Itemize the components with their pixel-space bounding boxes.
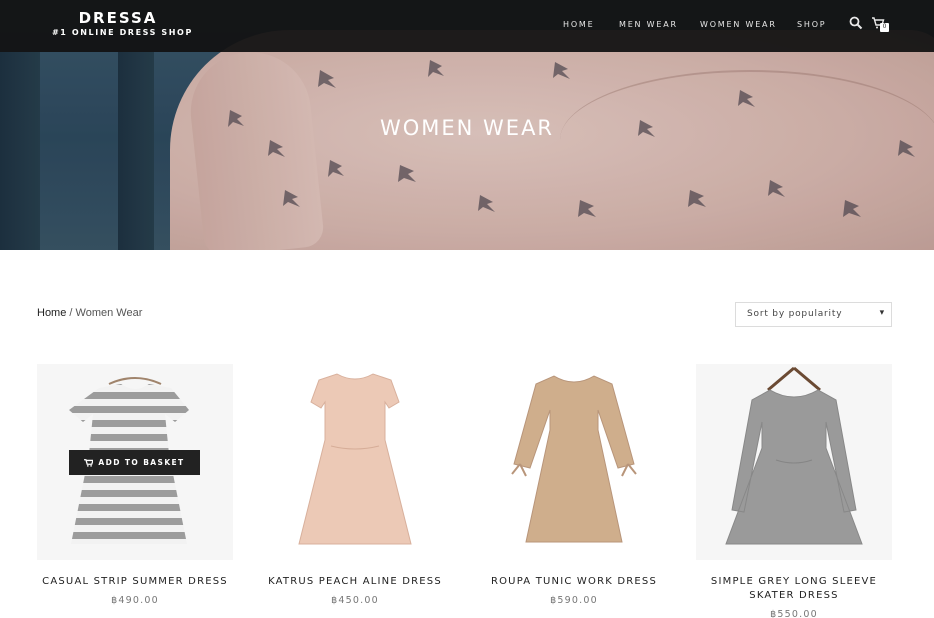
product-image[interactable] [696,364,892,560]
product-price: ฿450.00 [331,595,379,606]
breadcrumb: Home / Women Wear [37,307,142,319]
tunic-dress-image [511,375,637,543]
search-icon[interactable] [849,16,863,30]
page-title: WOMEN WEAR [379,116,555,140]
top-navigation-bar: DRESSA #1 ONLINE DRESS SHOP HOME MEN WEA… [0,0,934,52]
product-price: ฿490.00 [111,595,159,606]
product-image[interactable]: ADD TO BASKET [37,364,233,560]
nav-item-men-wear[interactable]: MEN WEAR [619,20,678,32]
peach-dress-image [298,373,412,545]
product-price: ฿550.00 [770,609,818,618]
breadcrumb-separator: / [66,307,76,319]
cart-count-badge: 0 [880,23,889,32]
nav-item-women-wear[interactable]: WOMEN WEAR [700,20,777,32]
product-image[interactable] [476,364,672,560]
product-name[interactable]: SIMPLE GREY LONG SLEEVE SKATER DRESS [692,575,896,603]
product-name[interactable]: CASUAL STRIP SUMMER DRESS [33,575,237,589]
chevron-down-icon: ▾ [879,308,885,318]
add-to-basket-label: ADD TO BASKET [98,458,185,467]
nav-item-home[interactable]: HOME [563,20,594,32]
product-name[interactable]: KATRUS PEACH ALINE DRESS [253,575,457,589]
product-name[interactable]: ROUPA TUNIC WORK DRESS [472,575,676,589]
add-to-basket-button[interactable]: ADD TO BASKET [69,450,200,475]
breadcrumb-home-link[interactable]: Home [37,307,66,319]
brand-name: DRESSA [78,9,158,27]
sort-selected-value: Sort by popularity [747,309,843,319]
grey-skater-dress-image [725,366,863,545]
basket-icon [84,458,94,467]
product-image[interactable] [257,364,453,560]
brand-tagline: #1 ONLINE DRESS SHOP [52,28,193,37]
site-logo[interactable]: DRESSA #1 ONLINE DRESS SHOP [52,9,193,39]
product-price: ฿590.00 [550,595,598,606]
nav-item-shop[interactable]: SHOP [797,20,826,32]
breadcrumb-current: Women Wear [75,307,143,319]
sort-dropdown[interactable]: Sort by popularity ▾ [735,302,892,327]
